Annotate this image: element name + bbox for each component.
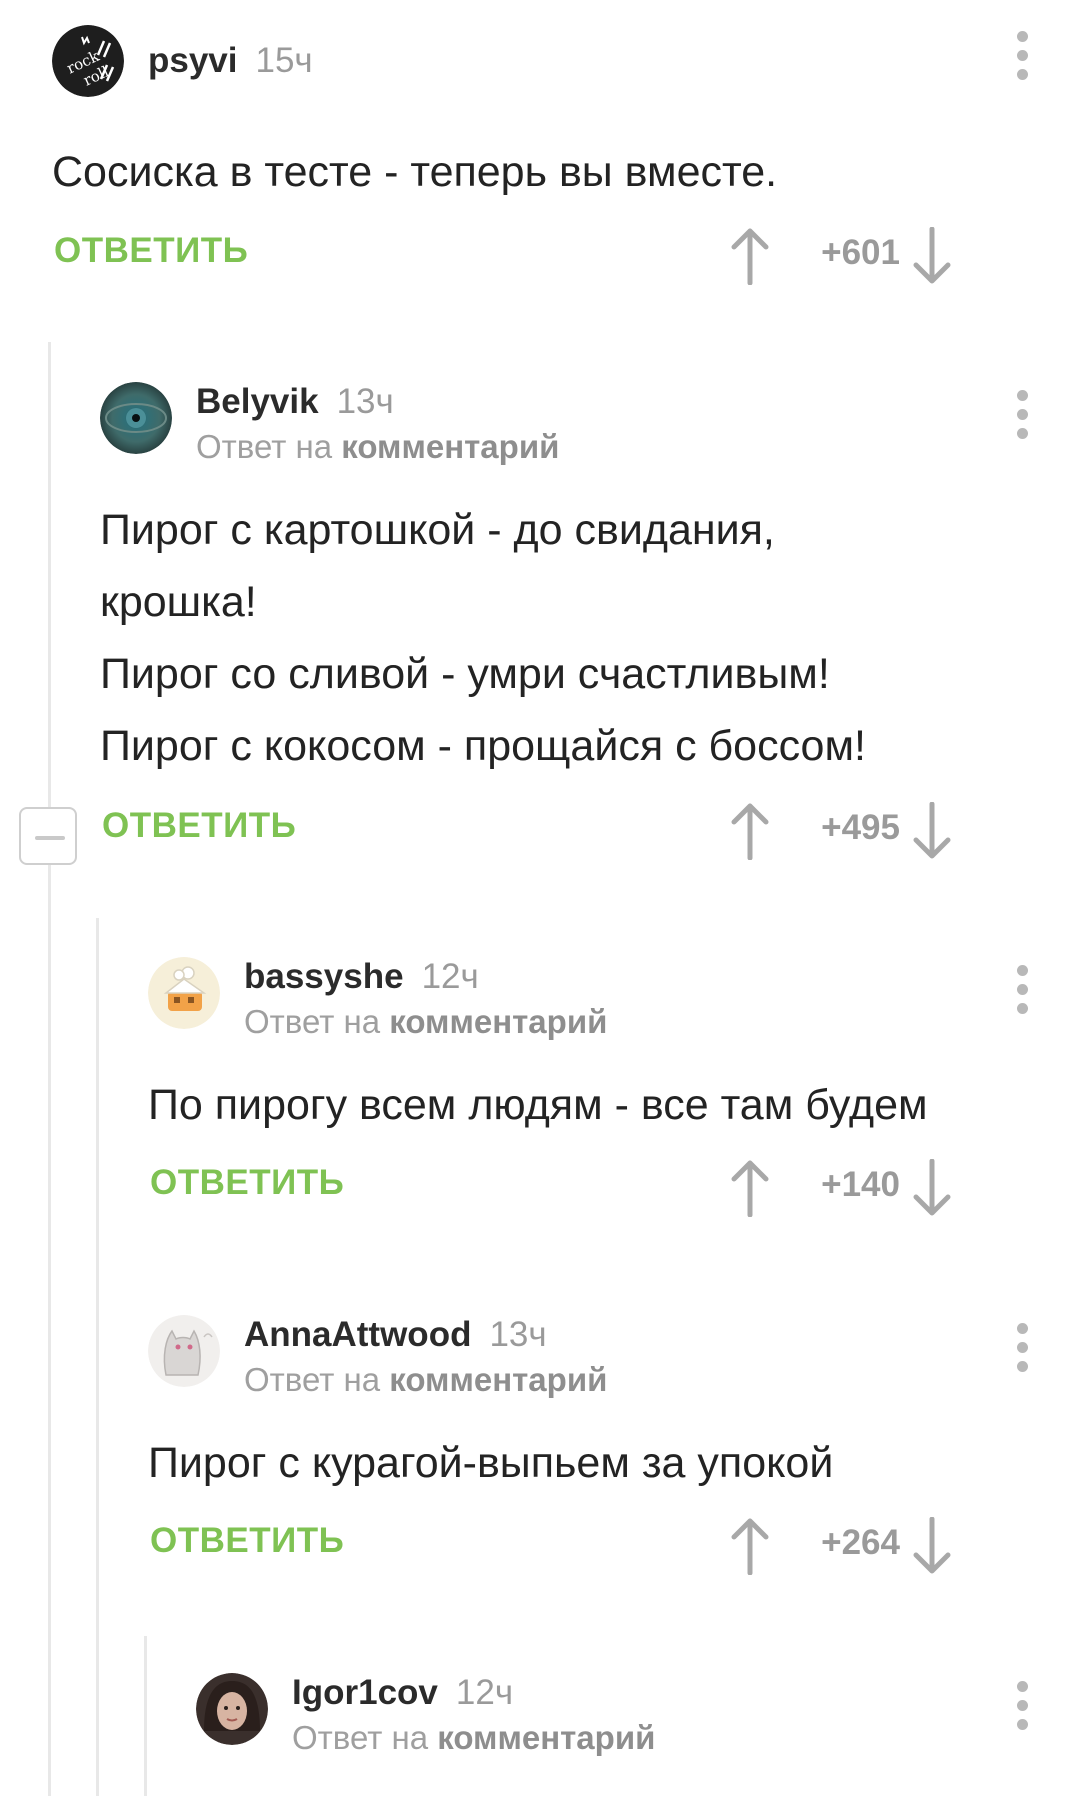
reply-button[interactable]: ОТВЕТИТЬ — [150, 1163, 344, 1203]
score: +495 — [821, 808, 900, 847]
downvote-arrow-icon[interactable] — [910, 1517, 954, 1575]
timestamp[interactable]: 15ч — [256, 41, 313, 80]
reply-target-link[interactable]: комментарий — [341, 428, 559, 465]
reply-target-link[interactable]: комментарий — [437, 1719, 655, 1756]
avatar[interactable] — [148, 1315, 220, 1387]
comment-line: Пирог с курагой-выпьем за упокой — [148, 1439, 834, 1487]
comment-line: Пирог со сливой - умри счастливым! — [100, 650, 830, 698]
reply-to-line[interactable]: Ответ на комментарий — [292, 1719, 655, 1757]
minus-icon — [35, 836, 65, 840]
rock-n-roll-logo-icon: rock roll — [52, 25, 124, 97]
comment-header: psyvi 15ч — [148, 25, 313, 97]
reply-target-link[interactable]: комментарий — [389, 1003, 607, 1040]
more-options-icon[interactable] — [1010, 965, 1034, 1015]
sketch-cat-icon — [148, 1315, 220, 1387]
reply-prefix: Ответ на — [244, 1003, 381, 1040]
thread-line-level-3[interactable] — [144, 1636, 147, 1796]
score: +264 — [821, 1523, 900, 1562]
avatar[interactable] — [148, 957, 220, 1029]
downvote-arrow-icon[interactable] — [910, 227, 954, 285]
username[interactable]: AnnaAttwood — [244, 1315, 471, 1354]
reply-prefix: Ответ на — [292, 1719, 429, 1756]
avatar[interactable]: rock roll — [52, 25, 124, 97]
reply-button[interactable]: ОТВЕТИТЬ — [54, 231, 248, 271]
username[interactable]: Igor1cov — [292, 1673, 438, 1712]
username[interactable]: Belyvik — [196, 382, 319, 421]
comment-text: Сосиска в тесте - теперь вы вместе. — [52, 136, 777, 208]
score: +601 — [821, 233, 900, 272]
timestamp[interactable]: 12ч — [422, 957, 479, 996]
upvote-arrow-icon[interactable] — [728, 1517, 772, 1575]
reply-button[interactable]: ОТВЕТИТЬ — [150, 1521, 344, 1561]
comment-igor1cov: Igor1cov 12ч Ответ на комментарий — [196, 1673, 1080, 1783]
comment-text: По пирогу всем людям - все там будем — [148, 1069, 928, 1141]
comment-line: Пирог с кокосом - прощайся с боссом! — [100, 722, 866, 770]
reply-prefix: Ответ на — [196, 428, 333, 465]
avatar[interactable] — [196, 1673, 268, 1745]
comment-header: AnnaAttwood 13ч Ответ на комментарий — [244, 1315, 607, 1398]
comment-line: крошка! — [100, 578, 257, 626]
reply-to-line[interactable]: Ответ на комментарий — [196, 428, 559, 466]
upvote-arrow-icon[interactable] — [728, 227, 772, 285]
reply-to-line[interactable]: Ответ на комментарий — [244, 1003, 607, 1041]
eye-photo-icon — [100, 382, 172, 454]
comment-actions: ОТВЕТИТЬ +495 — [100, 802, 1080, 862]
comment-line: Пирог с картошкой - до свидания, — [100, 506, 775, 554]
reply-button[interactable]: ОТВЕТИТЬ — [102, 806, 296, 846]
comment-header: bassyshe 12ч Ответ на комментарий — [244, 957, 607, 1040]
comment-actions: ОТВЕТИТЬ +264 — [148, 1517, 1080, 1577]
thread-line-level-1[interactable] — [48, 342, 51, 1796]
downvote-arrow-icon[interactable] — [910, 1159, 954, 1217]
username[interactable]: bassyshe — [244, 957, 404, 996]
comment-text: Пирог с курагой-выпьем за упокой — [148, 1427, 833, 1499]
upvote-arrow-icon[interactable] — [728, 802, 772, 860]
comment-line: Сосиска в тесте - теперь вы вместе. — [52, 148, 778, 196]
thread-line-level-2[interactable] — [96, 918, 99, 1796]
reply-target-link[interactable]: комментарий — [389, 1361, 607, 1398]
upvote-arrow-icon[interactable] — [728, 1159, 772, 1217]
comment-bassyshe: bassyshe 12ч Ответ на комментарий По пиро… — [148, 957, 1080, 1217]
comment-annaattwood: AnnaAttwood 13ч Ответ на комментарий Пиро… — [148, 1315, 1080, 1575]
more-options-icon[interactable] — [1010, 1323, 1034, 1373]
comment-actions: ОТВЕТИТЬ +601 — [52, 227, 1080, 287]
score: +140 — [821, 1165, 900, 1204]
more-options-icon[interactable] — [1010, 390, 1034, 440]
collapse-thread-button[interactable] — [19, 807, 77, 865]
comment-header: Igor1cov 12ч Ответ на комментарий — [292, 1673, 655, 1756]
timestamp[interactable]: 12ч — [456, 1673, 513, 1712]
downvote-arrow-icon[interactable] — [910, 802, 954, 860]
timestamp[interactable]: 13ч — [337, 382, 394, 421]
avatar[interactable] — [100, 382, 172, 454]
comment-belyvik: Belyvik 13ч Ответ на комментарий Пирог с … — [100, 382, 1080, 862]
comment-header: Belyvik 13ч Ответ на комментарий — [196, 382, 559, 465]
comment-actions: ОТВЕТИТЬ +140 — [148, 1159, 1080, 1219]
comment-line: По пирогу всем людям - все там будем — [148, 1081, 928, 1129]
more-options-icon[interactable] — [1010, 1681, 1034, 1731]
comment-psyvi: rock roll psyvi 15ч Сосиска в тесте - теп… — [52, 25, 1080, 285]
cartoon-house-icon — [148, 957, 220, 1029]
person-photo-icon — [196, 1673, 268, 1745]
more-options-icon[interactable] — [1010, 31, 1034, 81]
reply-prefix: Ответ на — [244, 1361, 381, 1398]
reply-to-line[interactable]: Ответ на комментарий — [244, 1361, 607, 1399]
comment-text: Пирог с картошкой - до свидания, крошка!… — [100, 494, 866, 782]
username[interactable]: psyvi — [148, 41, 238, 80]
timestamp[interactable]: 13ч — [489, 1315, 546, 1354]
